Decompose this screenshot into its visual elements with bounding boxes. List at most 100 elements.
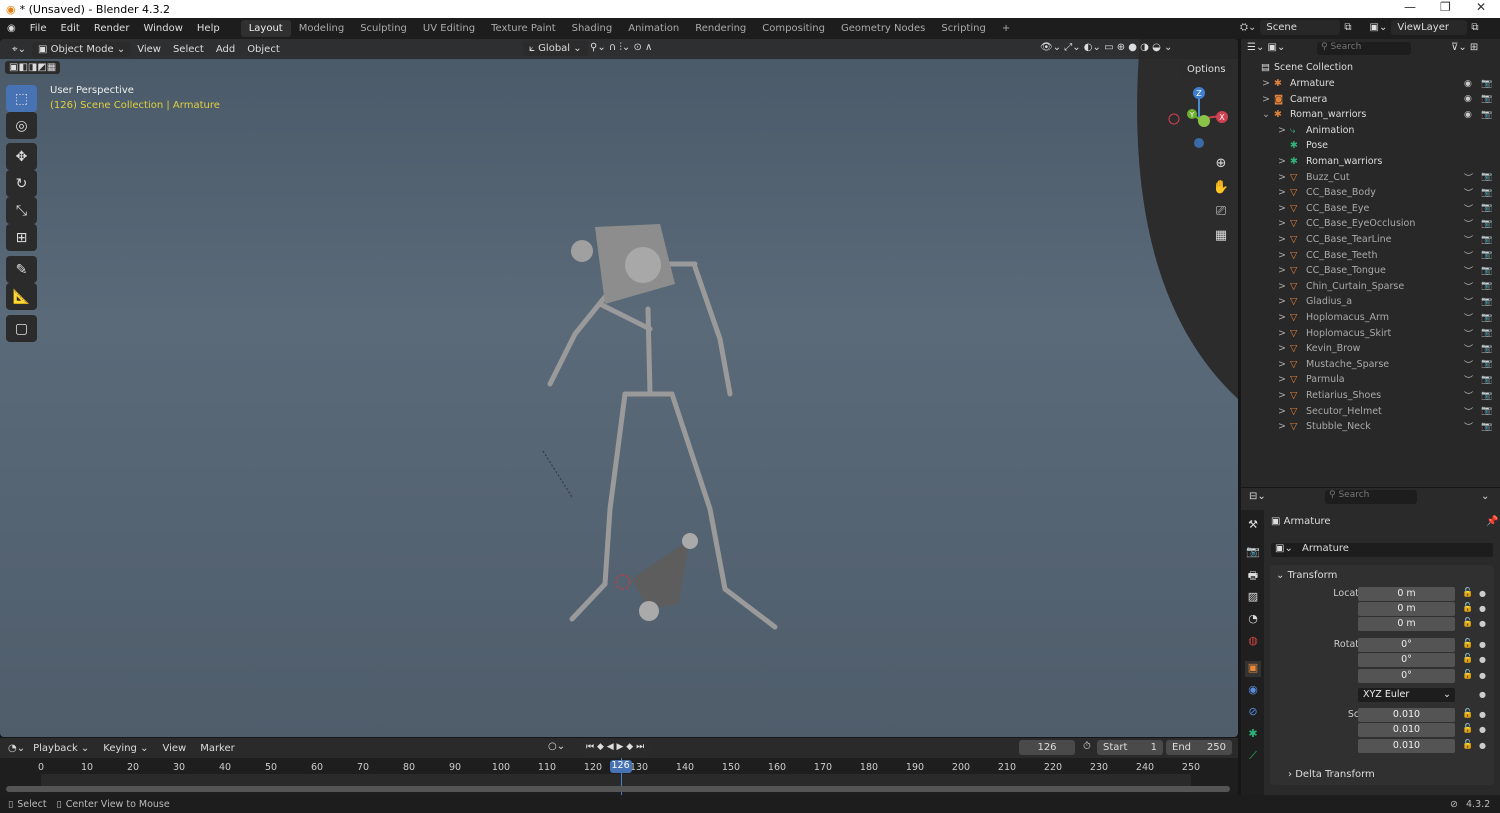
expand-toggle-icon[interactable]: > — [1278, 406, 1286, 417]
render-camera-icon[interactable]: 📷 — [1481, 359, 1492, 369]
maximize-button[interactable]: ❐ — [1440, 0, 1451, 14]
expand-toggle-icon[interactable]: > — [1278, 187, 1286, 198]
outliner-row[interactable]: > ◙ Camera ◉ 📷 — [1241, 92, 1500, 107]
select-box-tool[interactable]: ⬚ — [6, 85, 37, 112]
minimize-button[interactable]: — — [1404, 0, 1416, 14]
expand-toggle-icon[interactable]: > — [1278, 312, 1286, 323]
3d-viewport[interactable]: ⌖⌄ ▣ Object Mode ⌄ View Select Add Objec… — [0, 39, 1238, 737]
output-tab-icon[interactable]: 🖶 — [1245, 567, 1261, 583]
render-camera-icon[interactable]: 📷 — [1481, 281, 1492, 291]
end-frame-field[interactable]: End 250 — [1166, 740, 1232, 755]
render-camera-icon[interactable]: 📷 — [1481, 110, 1492, 120]
scene-icon[interactable]: ⛭⌄ — [1240, 22, 1256, 33]
render-camera-icon[interactable]: 📷 — [1481, 313, 1492, 323]
visibility-hidden-icon[interactable]: ︶ — [1464, 327, 1473, 340]
gizmo-x[interactable]: X — [1219, 113, 1225, 122]
menu-marker[interactable]: Marker — [194, 741, 241, 756]
auto-keying-button[interactable]: ○⌄ — [548, 741, 565, 752]
keyframe-dot-icon[interactable]: ● — [1479, 619, 1486, 628]
expand-toggle-icon[interactable]: > — [1278, 203, 1286, 214]
new-view-layer-icon[interactable]: ⧉ — [1471, 22, 1478, 33]
lock-icon[interactable]: 🔓 — [1462, 740, 1473, 750]
rotation-mode-dropdown[interactable]: XYZ Euler ⌄ — [1358, 688, 1455, 702]
tab-compositing[interactable]: Compositing — [754, 20, 833, 37]
keyframe-dot-icon[interactable]: ● — [1479, 725, 1486, 734]
render-camera-icon[interactable]: 📷 — [1481, 266, 1492, 276]
visibility-hidden-icon[interactable]: ︶ — [1464, 405, 1473, 418]
menu-view[interactable]: View — [156, 741, 192, 756]
tab-rendering[interactable]: Rendering — [687, 20, 754, 37]
select-mode-buttons[interactable]: ▣◧◨◩▦ — [5, 61, 61, 74]
scene-tab-icon[interactable]: ◔ — [1245, 612, 1261, 628]
outliner-row[interactable]: > ▽ CC_Base_Teeth ︶ 📷 — [1241, 248, 1500, 263]
menu-playback[interactable]: Playback ⌄ — [27, 741, 95, 756]
timeline-scrollbar[interactable] — [6, 786, 1230, 792]
menu-object[interactable]: Object — [241, 42, 286, 57]
eye-icon[interactable]: ◉ — [1464, 79, 1472, 89]
render-camera-icon[interactable]: 📷 — [1481, 203, 1492, 213]
render-camera-icon[interactable]: 📷 — [1481, 188, 1492, 198]
properties-options-icon[interactable]: ⌄ — [1481, 491, 1489, 502]
constraint-tab-icon[interactable]: ⊘ — [1245, 705, 1261, 721]
expand-toggle-icon[interactable]: > — [1278, 390, 1286, 401]
tab-animation[interactable]: Animation — [620, 20, 687, 37]
keyframe-dot-icon[interactable]: ● — [1479, 604, 1486, 613]
lock-icon[interactable]: 🔓 — [1462, 654, 1473, 664]
menu-view[interactable]: View — [131, 42, 167, 57]
menu-file[interactable]: File — [23, 23, 54, 34]
tab-sculpting[interactable]: Sculpting — [352, 20, 415, 37]
render-camera-icon[interactable]: 📷 — [1481, 328, 1492, 338]
render-camera-icon[interactable]: 📷 — [1481, 235, 1492, 245]
view-layer-tab-icon[interactable]: ▨ — [1245, 590, 1261, 606]
zoom-icon[interactable]: ⊕ — [1212, 152, 1230, 176]
orientation-selector[interactable]: ⟀ Global ⌄ — [523, 41, 588, 56]
expand-toggle-icon[interactable]: > — [1278, 281, 1286, 292]
eye-icon[interactable]: ◉ — [1464, 110, 1472, 120]
menu-help[interactable]: Help — [190, 23, 227, 34]
keyframe-dot-icon[interactable]: ● — [1479, 640, 1486, 649]
outliner-row[interactable]: > ▽ Chin_Curtain_Sparse ︶ 📷 — [1241, 279, 1500, 294]
expand-toggle-icon[interactable]: > — [1278, 125, 1286, 136]
outliner-display-mode-icon[interactable]: ☰⌄ ▣⌄ — [1247, 42, 1285, 53]
render-camera-icon[interactable]: 📷 — [1481, 172, 1492, 182]
measure-tool[interactable]: 📐 — [6, 283, 37, 310]
pan-hand-icon[interactable]: ✋ — [1212, 176, 1230, 200]
gizmo-z[interactable]: Z — [1196, 89, 1202, 98]
object-tab-icon[interactable]: ▣ — [1245, 661, 1261, 677]
expand-toggle-icon[interactable]: > — [1278, 359, 1286, 370]
lock-icon[interactable]: 🔓 — [1462, 670, 1473, 680]
lock-icon[interactable]: 🔓 — [1462, 709, 1473, 719]
visibility-hidden-icon[interactable]: ︶ — [1464, 171, 1473, 184]
location-y-field[interactable]: 0 m — [1358, 602, 1455, 616]
timeline-editor-icon[interactable]: ◔⌄ — [8, 743, 25, 754]
menu-edit[interactable]: Edit — [53, 23, 86, 34]
visibility-hidden-icon[interactable]: ︶ — [1464, 295, 1473, 308]
properties-search-input[interactable]: ⚲ Search — [1325, 490, 1417, 504]
keyframe-dot-icon[interactable]: ● — [1479, 710, 1486, 719]
outliner-row[interactable]: > ▽ CC_Base_Body ︶ 📷 — [1241, 185, 1500, 200]
outliner-row[interactable]: > ▽ Parmula ︶ 📷 — [1241, 372, 1500, 387]
annotate-tool[interactable]: ✎ — [6, 256, 37, 283]
outliner-row[interactable]: > ▽ CC_Base_TearLine ︶ 📷 — [1241, 232, 1500, 247]
outliner-row[interactable]: > ▽ Gladius_a ︶ 📷 — [1241, 294, 1500, 309]
outliner-row[interactable]: > ✱ Armature ◉ 📷 — [1241, 76, 1500, 91]
outliner-scene-collection[interactable]: ▤ Scene Collection — [1241, 60, 1500, 75]
playhead-frame-label[interactable]: 126 — [609, 760, 632, 773]
keyframe-dot-icon[interactable]: ● — [1479, 655, 1486, 664]
filter-icon[interactable]: ⊽⌄ ⊞ — [1451, 42, 1478, 53]
menu-keying[interactable]: Keying ⌄ — [97, 741, 154, 756]
lock-icon[interactable]: 🔓 — [1462, 618, 1473, 628]
stopwatch-icon[interactable]: ⏱ — [1083, 741, 1091, 752]
outliner-row[interactable]: > ▽ CC_Base_EyeOcclusion ︶ 📷 — [1241, 216, 1500, 231]
rotation-x-field[interactable]: 0° — [1358, 638, 1455, 652]
expand-toggle-icon[interactable]: > — [1262, 94, 1270, 105]
visibility-hidden-icon[interactable]: ︶ — [1464, 217, 1473, 230]
modifier-tab-icon[interactable]: ◉ — [1245, 683, 1261, 699]
visibility-hidden-icon[interactable]: ︶ — [1464, 186, 1473, 199]
close-button[interactable]: ✕ — [1476, 0, 1486, 14]
visibility-hidden-icon[interactable]: ︶ — [1464, 280, 1473, 293]
expand-toggle-icon[interactable]: > — [1278, 156, 1286, 167]
options-button[interactable]: Options — [1181, 62, 1232, 77]
tab-texture-paint[interactable]: Texture Paint — [483, 20, 564, 37]
keyframe-dot-icon[interactable]: ● — [1479, 589, 1486, 598]
